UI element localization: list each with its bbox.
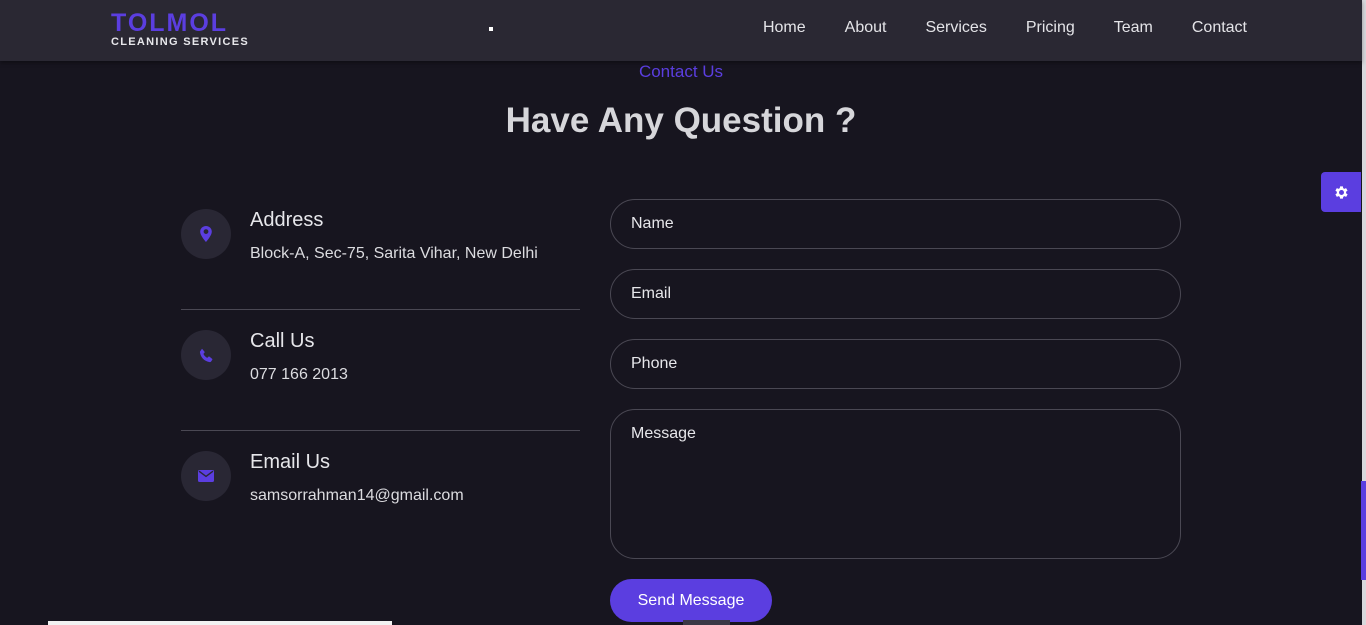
phone-input[interactable] bbox=[610, 339, 1181, 389]
map-pin-icon bbox=[181, 209, 231, 259]
nav-link-services[interactable]: Services bbox=[925, 19, 986, 37]
settings-button[interactable] bbox=[1321, 172, 1361, 212]
divider bbox=[181, 309, 580, 310]
nav-link-team[interactable]: Team bbox=[1114, 19, 1153, 37]
contact-phone: Call Us 077 166 2013 bbox=[181, 330, 580, 390]
brand-logo[interactable]: TOLMOL CLEANING SERVICES bbox=[111, 9, 250, 49]
contact-email: Email Us samsorrahman14@gmail.com bbox=[181, 451, 580, 511]
envelope-icon bbox=[181, 451, 231, 501]
section-title: Have Any Question ? bbox=[505, 101, 857, 140]
header-dot bbox=[489, 27, 493, 31]
gear-icon bbox=[1333, 184, 1350, 201]
send-message-button[interactable]: Send Message bbox=[610, 579, 772, 622]
address-text: Block-A, Sec-75, Sarita Vihar, New Delhi bbox=[250, 245, 538, 262]
email-input[interactable] bbox=[610, 269, 1181, 319]
bottom-bar bbox=[48, 621, 392, 625]
top-navbar: TOLMOL CLEANING SERVICES Home About Serv… bbox=[0, 0, 1362, 61]
nav-link-about[interactable]: About bbox=[845, 19, 887, 37]
section-subtitle: Contact Us bbox=[638, 62, 724, 81]
scrollbar-thumb[interactable] bbox=[1361, 481, 1366, 580]
nav-link-pricing[interactable]: Pricing bbox=[1026, 19, 1075, 37]
phone-heading: Call Us bbox=[250, 330, 315, 352]
email-heading: Email Us bbox=[250, 451, 331, 473]
phone-icon bbox=[181, 330, 231, 380]
phone-text: 077 166 2013 bbox=[250, 366, 348, 383]
message-textarea[interactable] bbox=[610, 409, 1181, 559]
name-input[interactable] bbox=[610, 199, 1181, 249]
email-text: samsorrahman14@gmail.com bbox=[250, 487, 464, 504]
page: TOLMOL CLEANING SERVICES Home About Serv… bbox=[0, 0, 1366, 625]
bottom-tab bbox=[683, 620, 730, 625]
main-nav: Home About Services Pricing Team Contact bbox=[763, 19, 1247, 37]
brand-name: TOLMOL bbox=[111, 9, 229, 37]
address-heading: Address bbox=[250, 209, 324, 231]
brand-tagline: CLEANING SERVICES bbox=[111, 36, 250, 48]
divider bbox=[181, 430, 580, 431]
nav-link-home[interactable]: Home bbox=[763, 19, 806, 37]
nav-link-contact[interactable]: Contact bbox=[1192, 19, 1247, 37]
contact-address: Address Block-A, Sec-75, Sarita Vihar, N… bbox=[181, 209, 580, 269]
